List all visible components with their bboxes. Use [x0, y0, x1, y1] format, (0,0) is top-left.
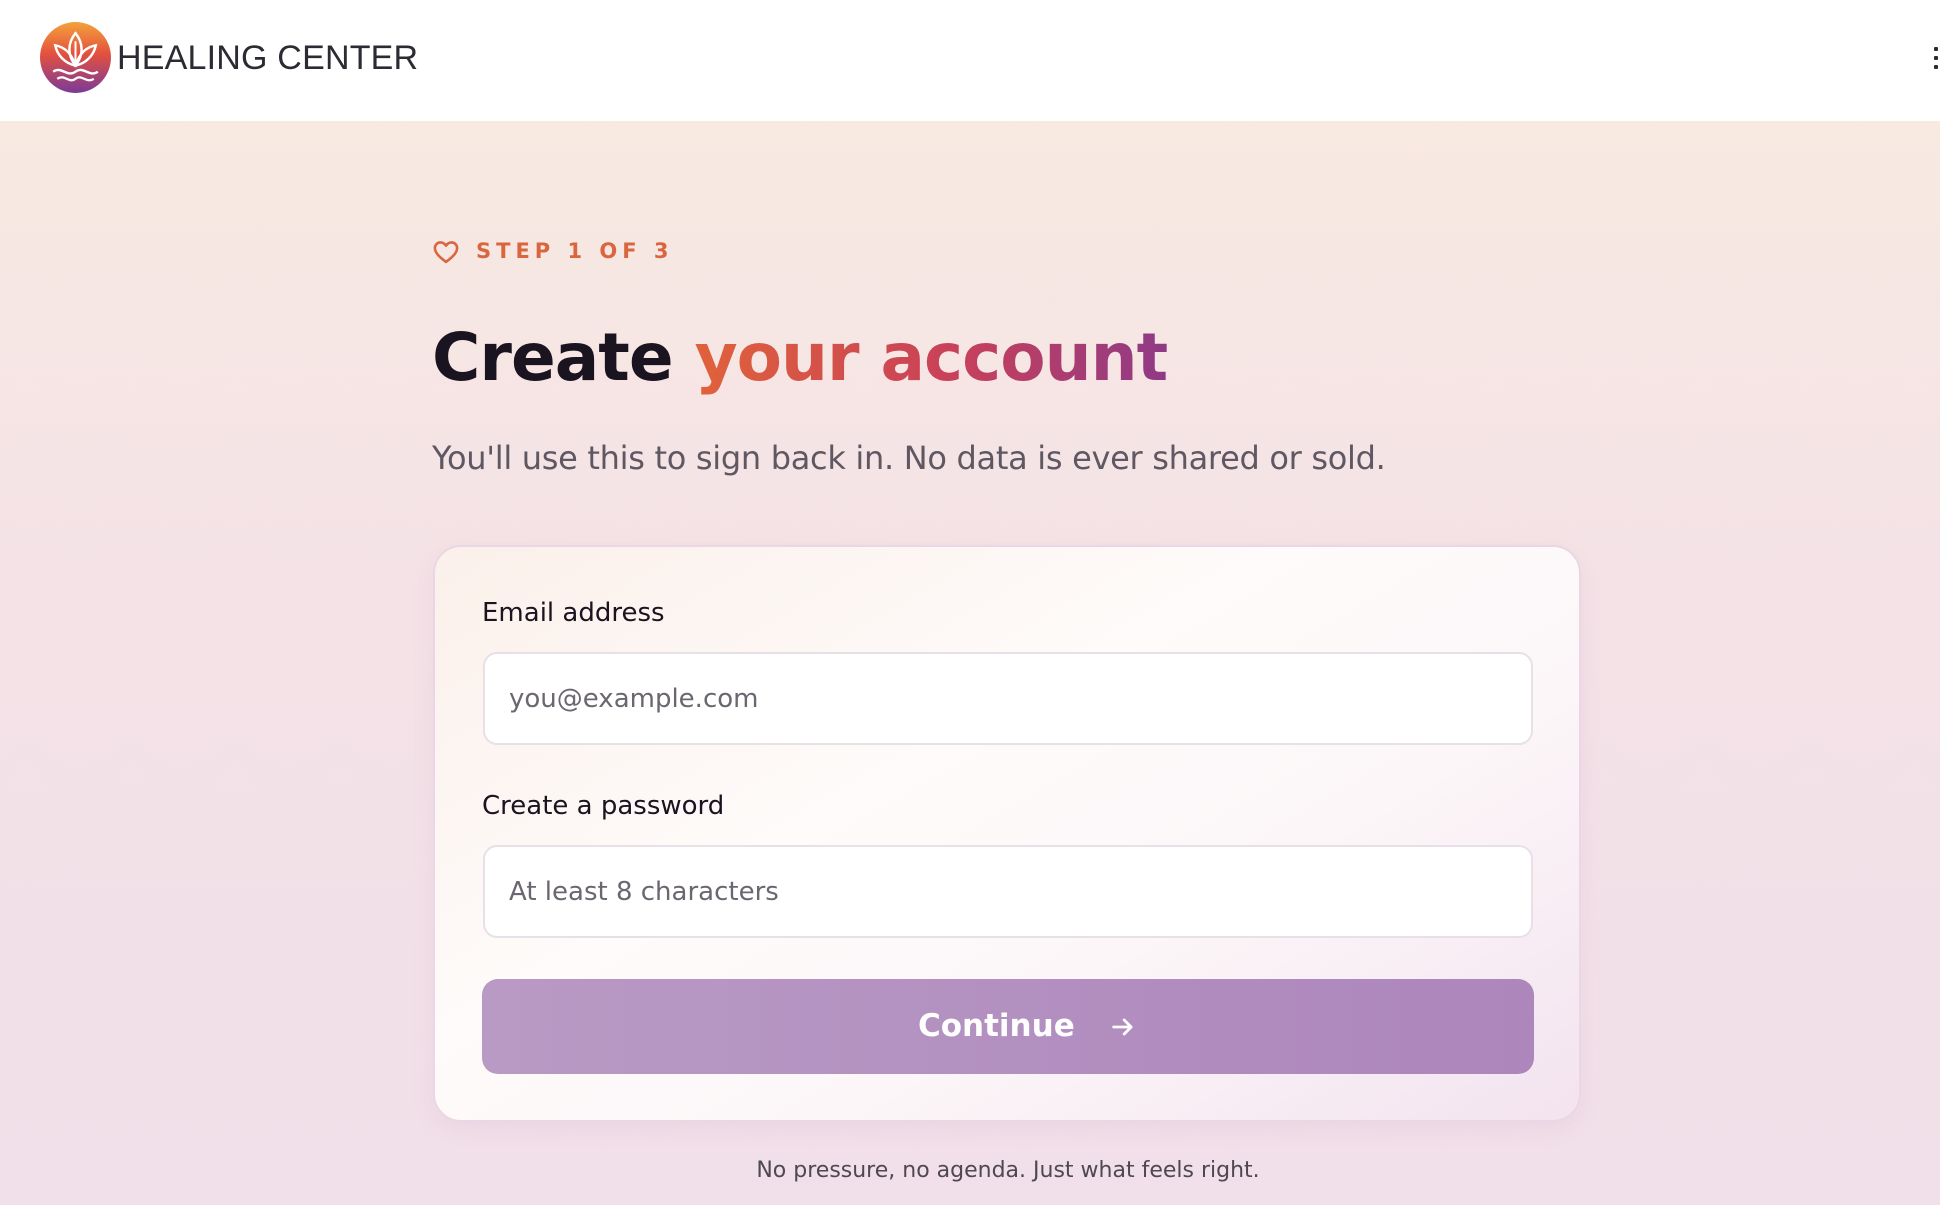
lotus-logo-icon[interactable] — [39, 21, 112, 94]
email-label: Email address — [482, 598, 665, 628]
page-title-highlight: your account — [694, 319, 1169, 396]
email-field[interactable] — [483, 652, 1533, 745]
password-field[interactable] — [483, 845, 1533, 938]
page-title-plain: Create — [432, 319, 674, 396]
brand-name[interactable]: HEALING CENTER — [117, 36, 418, 80]
step-label: STEP 1 OF 3 — [476, 239, 674, 263]
reassurance-note: No pressure, no agenda. Just what feels … — [756, 1158, 1260, 1183]
password-label: Create a password — [482, 791, 725, 821]
page-subtitle: You'll use this to sign back in. No data… — [432, 439, 1386, 477]
continue-button-label: Continue — [918, 1008, 1075, 1044]
heart-icon — [433, 241, 459, 264]
continue-button[interactable]: Continue — [482, 979, 1534, 1074]
page-title: Create your account — [432, 312, 1169, 404]
top-bar: HEALING CENTER — [0, 0, 1940, 121]
kebab-menu-icon[interactable] — [1932, 47, 1940, 71]
arrow-right-icon — [1112, 1018, 1133, 1036]
